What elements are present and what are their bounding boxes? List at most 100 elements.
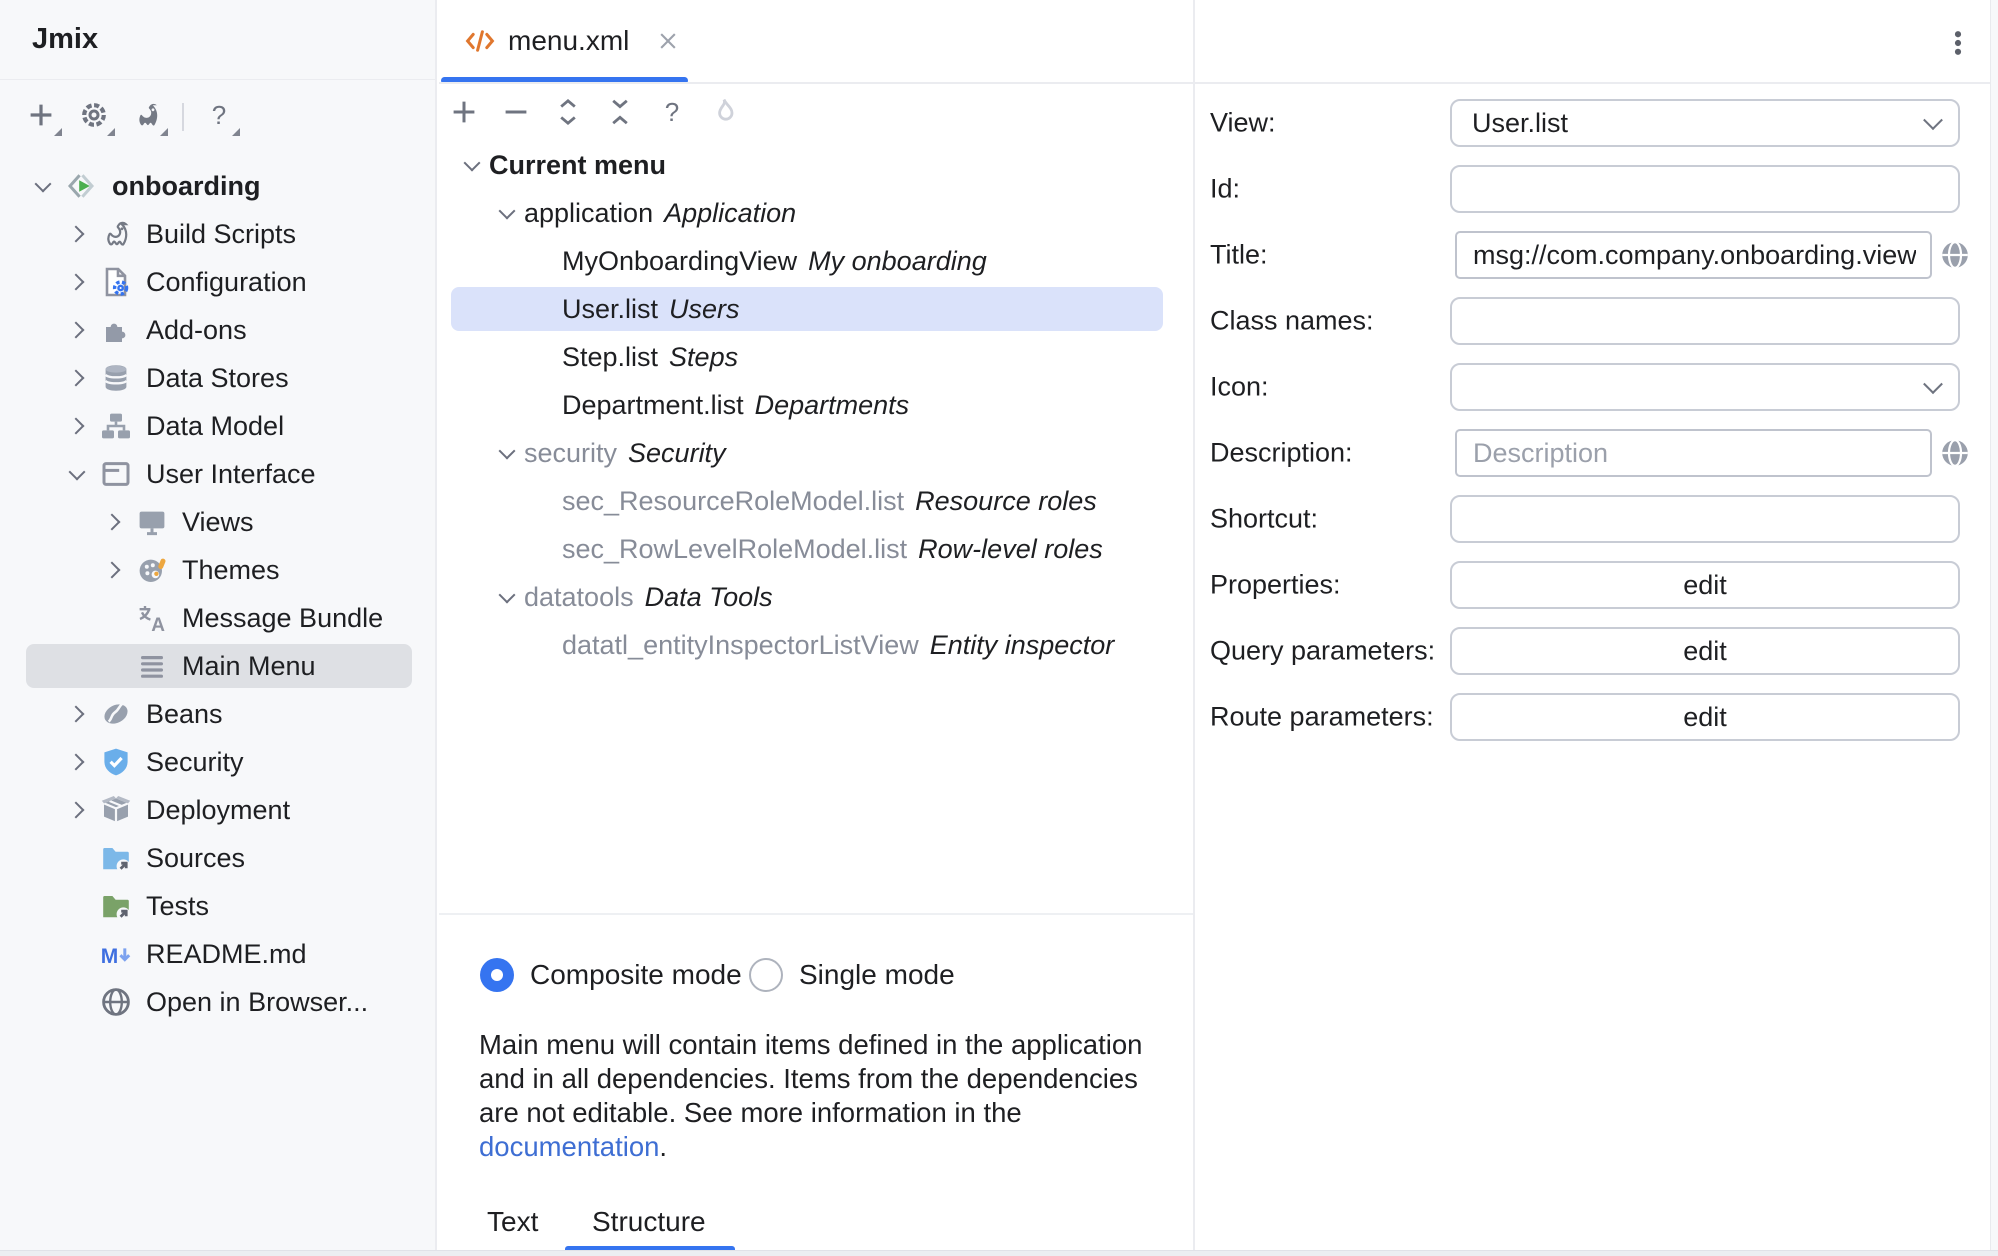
- tree-item-label: Security: [146, 747, 244, 778]
- menu-item-user-list[interactable]: User.list Users: [439, 285, 1191, 333]
- chevron-right-icon[interactable]: [60, 313, 94, 347]
- tree-item-user-interface[interactable]: User Interface: [0, 450, 435, 498]
- description-input[interactable]: [1457, 431, 1930, 475]
- chevron-spacer: [96, 649, 130, 683]
- single-mode-option[interactable]: Single mode: [749, 952, 955, 998]
- tree-item-label: Beans: [146, 699, 223, 730]
- chevron-right-icon[interactable]: [60, 265, 94, 299]
- chevron-right-icon[interactable]: [60, 697, 94, 731]
- menu-item-id: Current menu: [489, 150, 666, 181]
- collapse-all-button[interactable]: [602, 94, 638, 130]
- remove-menu-item-button[interactable]: [498, 94, 534, 130]
- tree-item-data-stores[interactable]: Data Stores: [0, 354, 435, 402]
- radio-selected-icon[interactable]: [480, 958, 514, 992]
- tests-folder-icon: [100, 890, 132, 922]
- form-row-description: Description:: [1195, 420, 1990, 486]
- tree-item-beans[interactable]: Beans: [0, 690, 435, 738]
- localization-globe-icon[interactable]: [1939, 437, 1971, 469]
- chevron-right-icon[interactable]: [60, 217, 94, 251]
- chevron-down-icon[interactable]: [26, 169, 60, 203]
- tree-item-label: Data Model: [146, 411, 284, 442]
- add-button[interactable]: [23, 99, 59, 135]
- chevron-right-icon[interactable]: [60, 409, 94, 443]
- query-parameters-edit-button[interactable]: edit: [1450, 627, 1960, 675]
- menu-item-id: User.list: [562, 294, 658, 325]
- xml-code-icon: [464, 25, 496, 57]
- tree-item-message-bundle[interactable]: A Message Bundle: [0, 594, 435, 642]
- tree-item-open-in-browser[interactable]: Open in Browser...: [0, 978, 435, 1026]
- menu-item-myonboardingview[interactable]: MyOnboardingView My onboarding: [439, 237, 1191, 285]
- form-row-icon: Icon:: [1195, 354, 1990, 420]
- shortcut-input[interactable]: [1452, 497, 1958, 541]
- tree-item-label: Build Scripts: [146, 219, 296, 250]
- id-input[interactable]: [1452, 167, 1958, 211]
- radio-unselected-icon[interactable]: [749, 958, 783, 992]
- chevron-down-icon[interactable]: [490, 196, 524, 230]
- structure-toolbar: ?: [446, 94, 742, 130]
- menu-item-datatools[interactable]: datatools Data Tools: [439, 573, 1191, 621]
- menu-item-step-list[interactable]: Step.list Steps: [439, 333, 1191, 381]
- localization-globe-icon[interactable]: [1939, 239, 1971, 271]
- class-names-input[interactable]: [1452, 299, 1958, 343]
- tree-item-security[interactable]: Security: [0, 738, 435, 786]
- chevron-right-icon[interactable]: [60, 745, 94, 779]
- tab-structure[interactable]: Structure: [592, 1206, 706, 1238]
- chevron-down-icon[interactable]: [455, 148, 489, 182]
- settings-button[interactable]: [76, 99, 112, 135]
- chevron-right-icon[interactable]: [60, 361, 94, 395]
- expand-all-button[interactable]: [550, 94, 586, 130]
- tree-item-themes[interactable]: Themes: [0, 546, 435, 594]
- menu-item-department-list[interactable]: Department.list Departments: [439, 381, 1191, 429]
- editor-tab-menu-xml[interactable]: menu.xml: [441, 0, 688, 82]
- chevron-right-icon[interactable]: [96, 505, 130, 539]
- tree-item-label: onboarding: [112, 171, 260, 202]
- tree-item-main-menu[interactable]: Main Menu: [0, 642, 435, 690]
- tool-window-toolbar: ?: [0, 97, 237, 137]
- puzzle-icon: [100, 314, 132, 346]
- radio-label: Composite mode: [530, 959, 742, 991]
- chevron-down-icon[interactable]: [490, 436, 524, 470]
- mode-description: Main menu will contain items defined in …: [479, 1028, 1189, 1164]
- tree-item-configuration[interactable]: Configuration: [0, 258, 435, 306]
- hot-deploy-icon: [706, 94, 742, 130]
- tree-item-build-scripts[interactable]: Build Scripts: [0, 210, 435, 258]
- icon-select[interactable]: [1450, 363, 1960, 411]
- add-menu-item-button[interactable]: [446, 94, 482, 130]
- menu-item-id: sec_ResourceRoleModel.list: [562, 486, 904, 517]
- close-icon[interactable]: [655, 28, 681, 54]
- tree-item-onboarding[interactable]: onboarding: [0, 162, 435, 210]
- menu-item-application[interactable]: application Application: [439, 189, 1191, 237]
- chevron-spacer: [60, 985, 94, 1019]
- tab-label: menu.xml: [508, 25, 629, 57]
- chevron-down-icon[interactable]: [60, 457, 94, 491]
- tab-text[interactable]: Text: [487, 1206, 538, 1238]
- menu-item-row-level-roles[interactable]: sec_RowLevelRoleModel.list Row-level rol…: [439, 525, 1191, 573]
- help-button[interactable]: ?: [654, 94, 690, 130]
- tree-item-readme[interactable]: M README.md: [0, 930, 435, 978]
- tree-item-deployment[interactable]: Deployment: [0, 786, 435, 834]
- tree-item-data-model[interactable]: Data Model: [0, 402, 435, 450]
- menu-item-resource-roles[interactable]: sec_ResourceRoleModel.list Resource role…: [439, 477, 1191, 525]
- chevron-down-icon[interactable]: [490, 580, 524, 614]
- dropdown-corner-icon: [160, 128, 168, 136]
- properties-edit-button[interactable]: edit: [1450, 561, 1960, 609]
- gradle-tasks-button[interactable]: [129, 99, 165, 135]
- title-input[interactable]: [1457, 233, 1930, 277]
- menu-item-security[interactable]: security Security: [439, 429, 1191, 477]
- tree-item-sources[interactable]: Sources: [0, 834, 435, 882]
- chevron-right-icon[interactable]: [96, 553, 130, 587]
- tree-item-tests[interactable]: Tests: [0, 882, 435, 930]
- chevron-right-icon[interactable]: [60, 793, 94, 827]
- route-parameters-edit-button[interactable]: edit: [1450, 693, 1960, 741]
- help-button[interactable]: ?: [201, 99, 237, 135]
- view-select[interactable]: User.list: [1450, 99, 1960, 147]
- dropdown-corner-icon: [232, 128, 240, 136]
- tree-item-views[interactable]: Views: [0, 498, 435, 546]
- menu-item-entity-inspector[interactable]: datatl_entityInspectorListView Entity in…: [439, 621, 1191, 669]
- composite-mode-option[interactable]: Composite mode: [480, 952, 742, 998]
- tree-item-add-ons[interactable]: Add-ons: [0, 306, 435, 354]
- more-options-button[interactable]: [1944, 20, 1972, 66]
- menu-root-current-menu[interactable]: Current menu: [439, 141, 1191, 189]
- tree-item-label: Views: [182, 507, 254, 538]
- documentation-link[interactable]: documentation: [479, 1131, 659, 1162]
